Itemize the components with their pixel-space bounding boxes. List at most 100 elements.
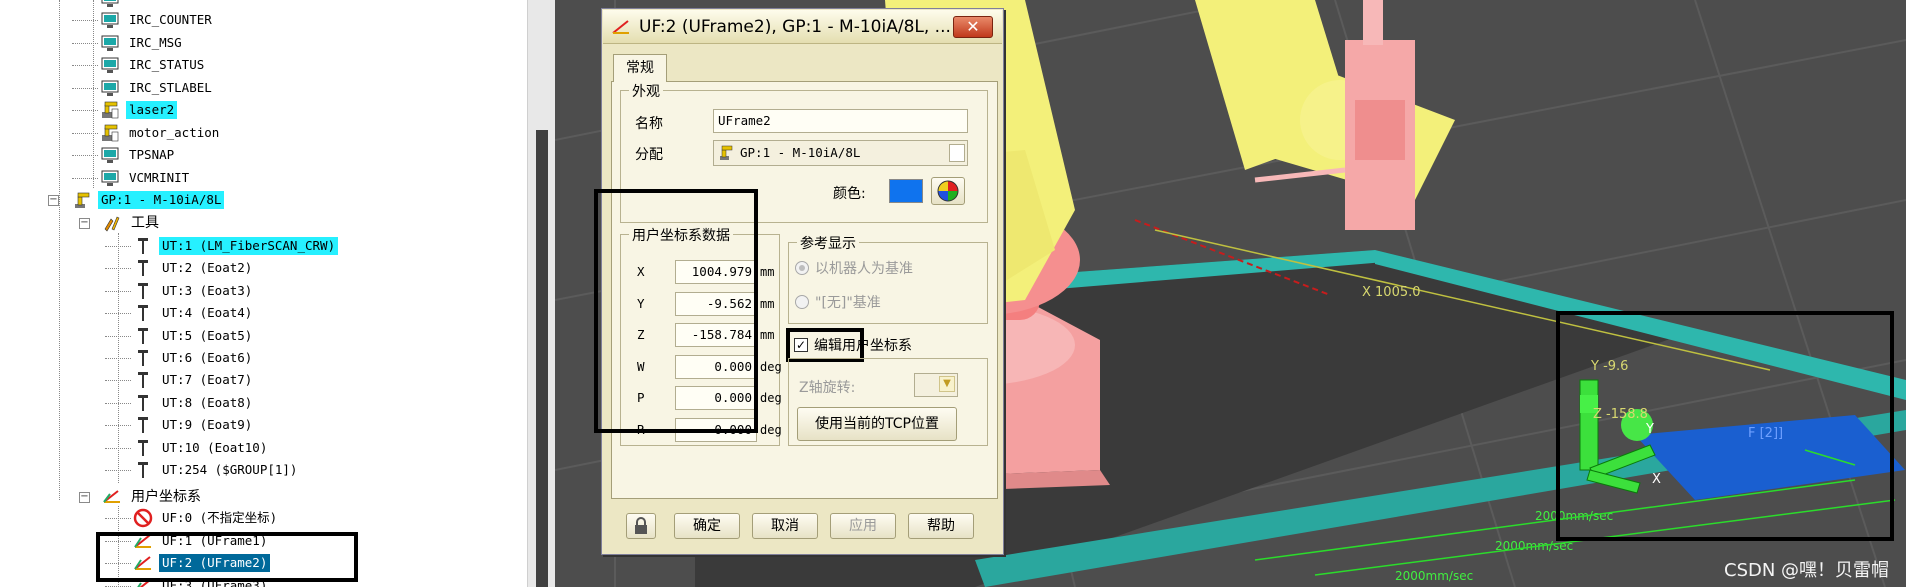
tree-item-label: 用户坐标系 [131, 489, 201, 505]
frame-axis-y: Y [1645, 422, 1654, 437]
monitor-icon [100, 78, 120, 98]
tree-item[interactable]: IRC_COUNTER [100, 9, 215, 31]
frame-axis-x: X [1652, 472, 1661, 487]
edit-options-group: Z轴旋转: ▼ 使用当前的TCP位置 [788, 358, 988, 446]
tree-item[interactable]: UT:1 (LM_FiberSCAN_CRW) [133, 235, 339, 257]
tree-item-label: 工具 [131, 215, 159, 231]
dialog-title: UF:2 (UFrame2), GP:1 - M-10iA/8L, ... [639, 16, 951, 37]
tree-connector [72, 42, 98, 44]
tree-item[interactable]: VCMRINIT [100, 167, 192, 189]
tool-icon [133, 438, 153, 458]
help-button[interactable]: 帮助 [908, 513, 974, 539]
frame-unit-label: deg [760, 391, 782, 405]
tree-connector [93, 0, 94, 188]
tree-connector [105, 402, 131, 404]
tree-item-group[interactable]: GP:1 - M-10iA/8L [72, 189, 225, 211]
tree-item-uframes-folder[interactable]: 用户坐标系 [102, 486, 204, 508]
tool-icon [133, 460, 153, 480]
tab-general[interactable]: 常规 [613, 54, 667, 82]
frame-unit-label: mm [760, 328, 775, 342]
robot-program-icon [100, 123, 120, 143]
cancel-button[interactable]: 取消 [752, 513, 818, 539]
tree-connector [105, 313, 131, 315]
tree-item[interactable]: IRC_STLABEL [100, 77, 215, 99]
name-field[interactable]: UFrame2 [713, 109, 968, 133]
z-rotation-combo[interactable]: ▼ [914, 373, 958, 397]
tree-item[interactable]: UT:6 (Eoat6) [133, 347, 255, 369]
dialog-title-bar[interactable]: UF:2 (UFrame2), GP:1 - M-10iA/8L, ... ✕ [603, 10, 1002, 44]
frame-unit-label: deg [760, 422, 782, 437]
tool-icon [133, 370, 153, 390]
tree-connector [72, 177, 98, 179]
tree-item[interactable]: UT:9 (Eoat9) [133, 414, 255, 436]
tree-item-label: UT:1 (LM_FiberSCAN_CRW) [159, 237, 339, 255]
apply-button[interactable]: 应用 [830, 513, 896, 539]
tree-item[interactable]: TPSNAP [100, 144, 177, 166]
tree-item-label: IRC_STLABEL [129, 79, 212, 95]
tree-item-label: UT:8 (Eoat8) [162, 394, 253, 410]
tree-scrollbar[interactable] [527, 0, 555, 587]
tree-item-label: IRC_COUNTER [129, 12, 212, 27]
tree-item-label: IRC_STATUS [129, 57, 205, 72]
tree-item[interactable]: UT:5 (Eoat5) [133, 325, 255, 347]
tree-item[interactable]: IRC_MSG [100, 32, 185, 54]
assign-combo[interactable]: GP:1 - M-10iA/8L [713, 140, 968, 166]
tree-item[interactable]: UT:254 ($GROUP[1]) [133, 459, 300, 481]
collapse-toggle[interactable]: − [79, 218, 90, 229]
tool-icon [133, 258, 153, 278]
monitor-icon [100, 168, 120, 188]
user-frame-dialog: UF:2 (UFrame2), GP:1 - M-10iA/8L, ... ✕ … [594, 8, 1004, 555]
combo-dropdown-button[interactable] [949, 144, 965, 162]
tree-item-label: UT:3 (Eoat3) [162, 282, 253, 298]
highlight-box [786, 328, 864, 362]
color-swatch[interactable] [889, 179, 923, 203]
radio-robot-reference[interactable] [795, 261, 809, 275]
frame-unit-label: mm [760, 296, 775, 311]
tree-item-label: UT:6 (Eoat6) [162, 350, 253, 365]
tree-item-label: UT:7 (Eoat7) [162, 372, 253, 388]
monitor-icon [100, 0, 120, 9]
tree-item[interactable]: UT:10 (Eoat10) [133, 437, 270, 459]
collapse-toggle[interactable]: − [48, 195, 59, 206]
assign-label: 分配 [635, 147, 663, 163]
tree-item-label: UF:0 (不指定坐标) [162, 510, 278, 525]
color-picker-button[interactable] [931, 177, 965, 205]
lock-button[interactable] [626, 513, 656, 539]
chevron-down-icon: ▼ [939, 376, 955, 392]
collapse-toggle[interactable]: − [79, 492, 90, 503]
z-rotation-label: Z轴旋转: [799, 380, 856, 396]
tools-icon [102, 213, 122, 233]
tree-item-label: UT:10 (Eoat10) [162, 439, 268, 455]
tool-icon [133, 393, 153, 413]
scrollbar-thumb[interactable] [536, 130, 548, 587]
tree-connector [105, 518, 131, 519]
group-legend: 外观 [629, 81, 663, 101]
radio-none-reference[interactable] [795, 295, 809, 309]
close-button[interactable]: ✕ [953, 16, 993, 38]
tree-item[interactable]: UT:3 (Eoat3) [133, 280, 255, 302]
tree-item[interactable]: UT:8 (Eoat8) [133, 392, 255, 414]
tree-item-label: UT:4 (Eoat4) [162, 305, 253, 321]
tree-item-tools-folder[interactable]: 工具 [102, 212, 162, 234]
frame-unit-label: deg [760, 359, 782, 374]
ok-button[interactable]: 确定 [674, 513, 740, 539]
tree-item[interactable]: UT:4 (Eoat4) [133, 302, 255, 324]
tree-item[interactable]: UT:7 (Eoat7) [133, 369, 255, 391]
tree-item[interactable]: UT:2 (Eoat2) [133, 257, 255, 279]
tree-item[interactable]: IRC_STATUS [100, 54, 207, 76]
watermark: CSDN @嘿！贝雷帽 [1724, 560, 1890, 581]
tree-connector [72, 132, 98, 134]
use-current-tcp-button[interactable]: 使用当前的TCP位置 [797, 407, 957, 441]
lock-icon [635, 517, 647, 534]
tool-icon [133, 415, 153, 435]
tree-item[interactable]: UF:0 (不指定坐标) [133, 507, 280, 529]
monitor-icon [100, 33, 120, 53]
tree-connector [105, 335, 131, 337]
tree-connector [105, 358, 131, 359]
radio-none-reference-label: "[无]"基准 [815, 295, 881, 311]
color-wheel-icon [937, 180, 959, 202]
tree-item[interactable]: motor_action [100, 122, 222, 144]
frame-name-label: F [2]] [1748, 426, 1783, 441]
tool-icon [133, 236, 153, 256]
tree-item[interactable]: laser2 [100, 99, 178, 121]
